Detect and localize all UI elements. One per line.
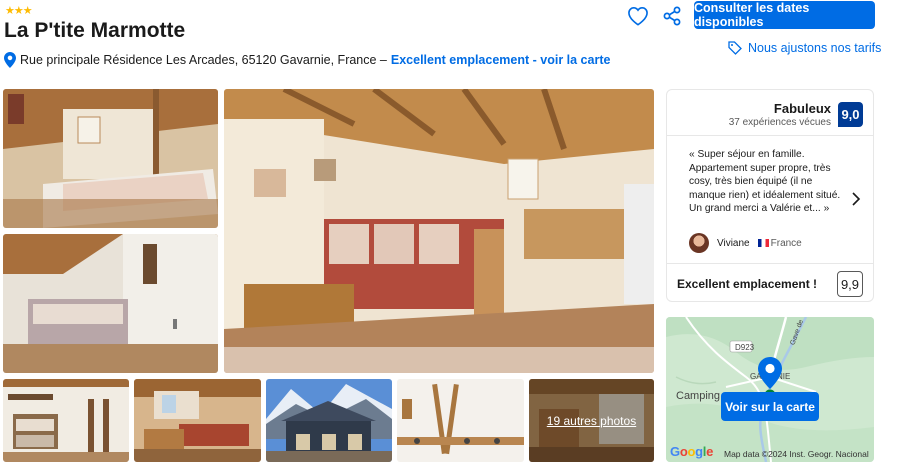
show-map-link[interactable]: Excellent emplacement - voir la carte <box>391 53 611 67</box>
price-match-label: Nous ajustons nos tarifs <box>748 41 882 55</box>
review-count: 37 expériences vécues <box>728 117 831 128</box>
score-badge: 9,0 <box>838 102 863 127</box>
photo-dining-area[interactable] <box>134 379 261 462</box>
rating-word: Fabuleux <box>773 101 831 116</box>
check-availability-button[interactable]: Consulter les dates disponibles <box>694 1 875 29</box>
photo-living-room[interactable] <box>224 89 654 373</box>
camping-label: Camping <box>676 390 721 402</box>
map-pin-icon <box>4 52 16 68</box>
avatar <box>689 233 709 253</box>
map-credit: Map data ©2024 Inst. Geogr. Nacional <box>724 449 869 459</box>
price-match-link[interactable]: Nous ajustons nos tarifs <box>728 41 881 55</box>
location-score-row: Excellent emplacement ! 9,9 <box>667 263 873 303</box>
living-room-photo <box>224 89 654 373</box>
reviewer-country: France <box>757 237 802 249</box>
location-score: 9,9 <box>837 271 863 297</box>
map-pin-icon <box>758 357 782 389</box>
more-photos-link[interactable]: 19 autres photos <box>529 379 654 462</box>
save-favorite-button[interactable] <box>625 3 651 29</box>
address-row: Rue principale Résidence Les Arcades, 65… <box>4 52 610 68</box>
map-preview[interactable]: D923 GA NIE Camping Gave de <box>666 317 874 462</box>
reviewer-name: Viviane <box>717 237 750 249</box>
review-quote: « Super séjour en famille. Appartement s… <box>689 149 841 214</box>
star-rating: ★★★ <box>5 5 33 17</box>
reviewer-country-label: France <box>770 237 802 249</box>
google-logo: Google <box>670 444 714 459</box>
hotel-address: Rue principale Résidence Les Arcades, 65… <box>20 53 387 67</box>
ski-decor-photo <box>397 379 524 462</box>
rating-header[interactable]: Fabuleux 37 expériences vécues 9,0 <box>667 90 873 136</box>
heart-icon <box>628 6 648 26</box>
exterior-photo <box>266 379 392 462</box>
photo-bedroom-twin[interactable] <box>3 89 218 228</box>
photo-bunk-room[interactable] <box>3 379 129 462</box>
bedroom-photo <box>3 89 218 228</box>
view-map-button[interactable]: Voir sur la carte <box>721 392 819 421</box>
hotel-name: La P'tite Marmotte <box>4 19 186 42</box>
share-button[interactable] <box>659 3 685 29</box>
photo-bedroom-double[interactable] <box>3 234 218 373</box>
photo-building-exterior[interactable] <box>266 379 392 462</box>
dining-photo <box>134 379 261 462</box>
bunk-bed-photo <box>3 379 129 462</box>
share-icon <box>663 6 681 26</box>
review-summary-card: Fabuleux 37 expériences vécues 9,0 « Sup… <box>666 89 874 302</box>
reviewer-info: Viviane France <box>689 233 802 253</box>
location-label: Excellent emplacement ! <box>677 277 818 291</box>
road-label: D923 <box>735 343 755 352</box>
tag-icon <box>728 41 742 55</box>
photo-ski-decor[interactable] <box>397 379 524 462</box>
france-flag-icon <box>757 238 769 247</box>
bedroom-photo <box>3 234 218 373</box>
chevron-right-icon[interactable] <box>851 192 861 206</box>
